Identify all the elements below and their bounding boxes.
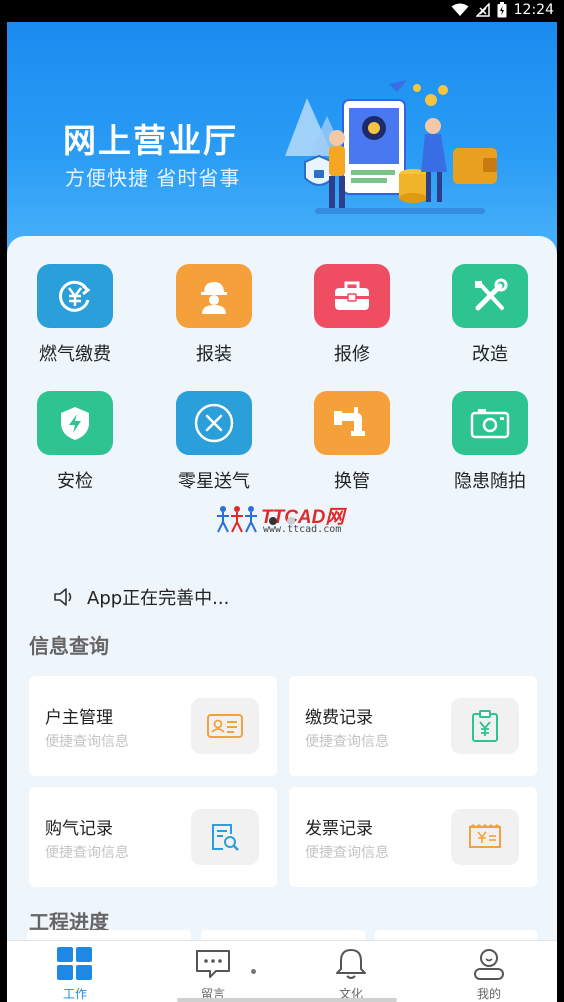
func-label: 安检 xyxy=(57,471,93,492)
banner-title: 网上营业厅 xyxy=(63,121,238,160)
banner-subtitle: 方便快捷 省时省事 xyxy=(65,166,241,190)
card-subtitle: 便捷查询信息 xyxy=(305,734,389,750)
func-label: 零星送气 xyxy=(178,471,250,492)
func-renovation[interactable]: 改造 xyxy=(428,264,548,374)
func-install[interactable]: 报装 xyxy=(152,264,272,374)
camera-icon xyxy=(452,391,528,455)
card-subtitle: 便捷查询信息 xyxy=(45,734,129,750)
online-hall-illustration xyxy=(285,80,497,214)
func-label: 换管 xyxy=(334,471,370,492)
nav-label: 我的 xyxy=(476,987,501,1001)
project-card[interactable] xyxy=(27,930,191,940)
card-title: 发票记录 xyxy=(305,819,373,839)
card-subtitle: 便捷查询信息 xyxy=(305,845,389,861)
func-label: 燃气缴费 xyxy=(39,344,111,365)
func-pipe-replace[interactable]: 换管 xyxy=(290,391,410,501)
func-gas-delivery[interactable]: 零星送气 xyxy=(152,391,272,501)
project-card[interactable] xyxy=(201,930,365,940)
unread-dot xyxy=(251,969,256,974)
grid-icon xyxy=(56,947,94,981)
func-repair[interactable]: 报修 xyxy=(290,264,410,374)
project-card[interactable] xyxy=(375,930,537,940)
bell-icon xyxy=(332,947,370,981)
project-cards-peek xyxy=(27,930,537,940)
message-icon xyxy=(194,947,232,981)
tools-icon xyxy=(452,264,528,328)
func-gas-payment[interactable]: 燃气缴费 xyxy=(13,264,133,374)
info-section-title: 信息查询 xyxy=(29,634,109,658)
card-subtitle: 便捷查询信息 xyxy=(45,845,129,861)
card-owner-management[interactable]: 户主管理 便捷查询信息 xyxy=(29,676,277,776)
bottom-nav: 工作 留言 文化 我的 xyxy=(7,940,557,1002)
pipe-icon xyxy=(314,391,390,455)
wifi-icon xyxy=(451,3,469,16)
watermark-figures-icon xyxy=(217,506,257,533)
payment-clipboard-icon xyxy=(451,698,519,754)
notice-bar[interactable]: App正在完善中... xyxy=(53,584,229,610)
card-title: 购气记录 xyxy=(45,819,113,839)
signal-icon xyxy=(475,3,490,17)
nav-profile[interactable]: 我的 xyxy=(439,947,539,1001)
status-icons: 12:24 xyxy=(451,2,554,18)
watermark-url: www.ttcad.com xyxy=(263,524,342,535)
shield-bolt-icon xyxy=(37,391,113,455)
close-circle-icon xyxy=(176,391,252,455)
battery-icon xyxy=(497,2,507,18)
notice-text: App正在完善中... xyxy=(87,588,230,609)
card-payment-records[interactable]: 缴费记录 便捷查询信息 xyxy=(289,676,537,776)
func-label: 隐患随拍 xyxy=(454,471,526,492)
func-hazard-photo[interactable]: 隐患随拍 xyxy=(428,391,548,501)
func-label: 报修 xyxy=(334,344,370,365)
func-label: 改造 xyxy=(472,344,508,365)
page-indicator[interactable] xyxy=(269,517,295,525)
invoice-icon xyxy=(451,809,519,865)
func-safety-check[interactable]: 安检 xyxy=(13,391,133,501)
main-panel: 燃气缴费 报装 报修 改造 安检 零星送气 换管 隐患随拍 TTCAD网 www… xyxy=(7,236,557,966)
document-search-icon xyxy=(191,809,259,865)
nav-messages[interactable]: 留言 xyxy=(163,947,263,1001)
worker-icon xyxy=(176,264,252,328)
id-card-icon xyxy=(191,698,259,754)
nav-culture[interactable]: 文化 xyxy=(301,947,401,1001)
func-label: 报装 xyxy=(196,344,232,365)
home-indicator xyxy=(177,998,397,1002)
page-dot[interactable] xyxy=(287,517,295,525)
card-gas-purchase-records[interactable]: 购气记录 便捷查询信息 xyxy=(29,787,277,887)
toolbox-icon xyxy=(314,264,390,328)
speaker-icon xyxy=(54,588,72,606)
app-screen: 网上营业厅 方便快捷 省时省事 燃气缴费 报装 报修 改造 安检 零星送气 换管… xyxy=(7,22,557,1002)
nav-label: 工作 xyxy=(62,987,87,1001)
yen-refresh-icon xyxy=(37,264,113,328)
page-dot-active[interactable] xyxy=(269,517,277,525)
card-invoice-records[interactable]: 发票记录 便捷查询信息 xyxy=(289,787,537,887)
card-title: 户主管理 xyxy=(45,708,113,728)
user-icon xyxy=(470,947,508,981)
card-title: 缴费记录 xyxy=(305,708,373,728)
banner[interactable]: 网上营业厅 方便快捷 省时省事 xyxy=(7,22,557,262)
status-time: 12:24 xyxy=(513,2,554,18)
status-bar: 12:24 xyxy=(0,0,564,22)
nav-work[interactable]: 工作 xyxy=(25,947,125,1001)
